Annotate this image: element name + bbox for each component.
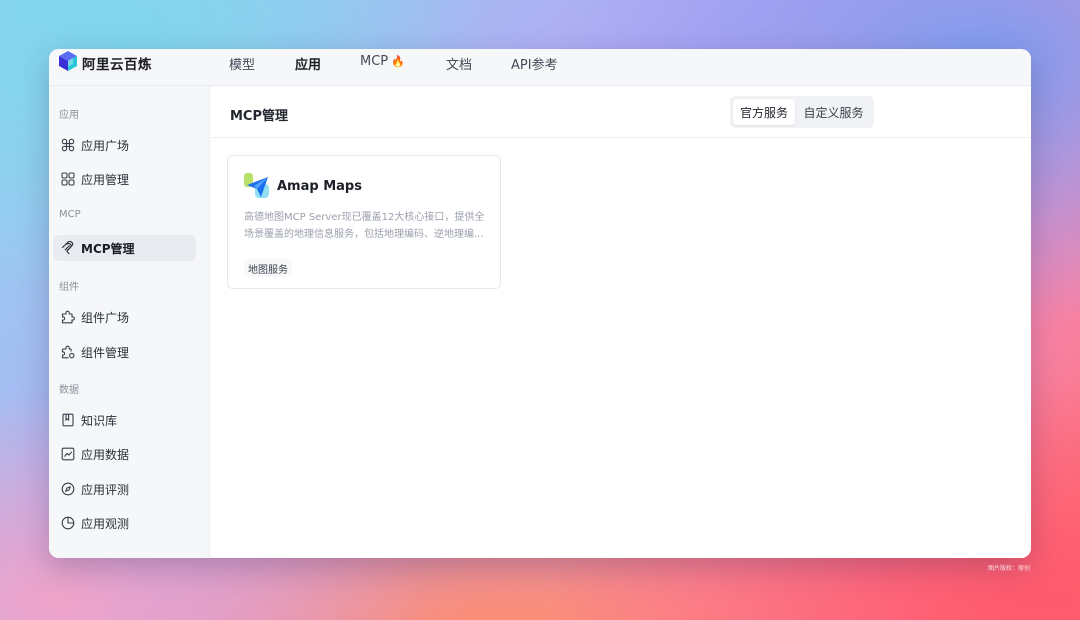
brand-name: 阿里云百炼 [82, 57, 152, 73]
nav-item-api-reference[interactable]: API参考 [511, 54, 558, 73]
compass-icon [61, 482, 75, 496]
nav-item-docs[interactable]: 文档 [446, 54, 472, 73]
brand[interactable]: 阿里云百炼 [59, 51, 152, 75]
grid-cmd-icon [61, 138, 75, 152]
nav-item-mcp[interactable]: MCP 🔥 [360, 54, 405, 69]
sidebar-item-mcp-management[interactable]: MCP管理 [53, 235, 196, 261]
grid-squares-icon [61, 172, 75, 186]
sidebar-section-components: 组件 [59, 282, 79, 293]
card-tag: 地图服务 [244, 259, 292, 277]
nav-item-models[interactable]: 模型 [229, 54, 255, 73]
mcp-service-card[interactable]: Amap Maps 高德地图MCP Server现已覆盖12大核心接口，提供全场… [227, 155, 501, 289]
sidebar-item-label: 应用管理 [81, 172, 130, 187]
service-type-segmented-control: 官方服务 自定义服务 [730, 96, 874, 128]
puzzle-icon [61, 310, 75, 324]
sidebar: 应用 应用广场 应用管理 MCP MCP管理 组件 组件广场 组件管理 数据 知… [49, 86, 210, 558]
sidebar-item-label: 组件管理 [81, 345, 130, 360]
brand-logo-icon [59, 51, 77, 75]
sidebar-item-label: 应用评测 [81, 482, 130, 497]
pie-chart-icon [61, 516, 75, 530]
page-title: MCP管理 [230, 109, 289, 124]
sidebar-item-label: 组件广场 [81, 310, 130, 325]
segment-official-services[interactable]: 官方服务 [733, 99, 795, 125]
line-chart-icon [61, 447, 75, 461]
puzzle-gear-icon [61, 345, 75, 359]
app-window: 阿里云百炼 模型 应用 MCP 🔥 文档 API参考 应用 应用广场 应用管理 … [49, 49, 1031, 558]
sidebar-section-mcp: MCP [59, 209, 81, 220]
sidebar-item-label: 知识库 [81, 413, 118, 428]
main-header: MCP管理 官方服务 自定义服务 [211, 86, 1031, 138]
top-navigation-bar: 阿里云百炼 模型 应用 MCP 🔥 文档 API参考 [49, 49, 1031, 86]
sidebar-section-apps: 应用 [59, 110, 79, 121]
fire-icon: 🔥 [391, 55, 405, 68]
nav-item-apps[interactable]: 应用 [295, 54, 321, 73]
sidebar-section-data: 数据 [59, 385, 79, 396]
sidebar-item-label: 应用广场 [81, 138, 130, 153]
card-description: 高德地图MCP Server现已覆盖12大核心接口，提供全场景覆盖的地理信息服务… [244, 212, 485, 240]
sidebar-item-app-evaluation[interactable]: 应用评测 [53, 476, 196, 502]
amap-logo-icon [243, 172, 271, 200]
sidebar-item-label: 应用数据 [81, 447, 130, 462]
card-title: Amap Maps [277, 179, 362, 194]
sidebar-item-app-observation[interactable]: 应用观测 [53, 510, 196, 536]
mcp-icon [61, 241, 75, 255]
book-icon [61, 413, 75, 427]
sidebar-item-label: 应用观测 [81, 516, 130, 531]
sidebar-item-component-square[interactable]: 组件广场 [53, 304, 196, 330]
sidebar-item-app-square[interactable]: 应用广场 [53, 132, 196, 158]
sidebar-item-component-management[interactable]: 组件管理 [53, 339, 196, 365]
sidebar-item-app-data[interactable]: 应用数据 [53, 441, 196, 467]
main-content: MCP管理 官方服务 自定义服务 Amap Maps 高德地图MCP Serve… [211, 86, 1031, 558]
sidebar-item-app-management[interactable]: 应用管理 [53, 166, 196, 192]
sidebar-item-label: MCP管理 [81, 241, 135, 256]
nav-item-mcp-label: MCP [360, 54, 389, 69]
segment-custom-services[interactable]: 自定义服务 [796, 99, 871, 125]
sidebar-item-knowledge-base[interactable]: 知识库 [53, 407, 196, 433]
image-watermark: 图片版权：原创 [987, 565, 1030, 572]
